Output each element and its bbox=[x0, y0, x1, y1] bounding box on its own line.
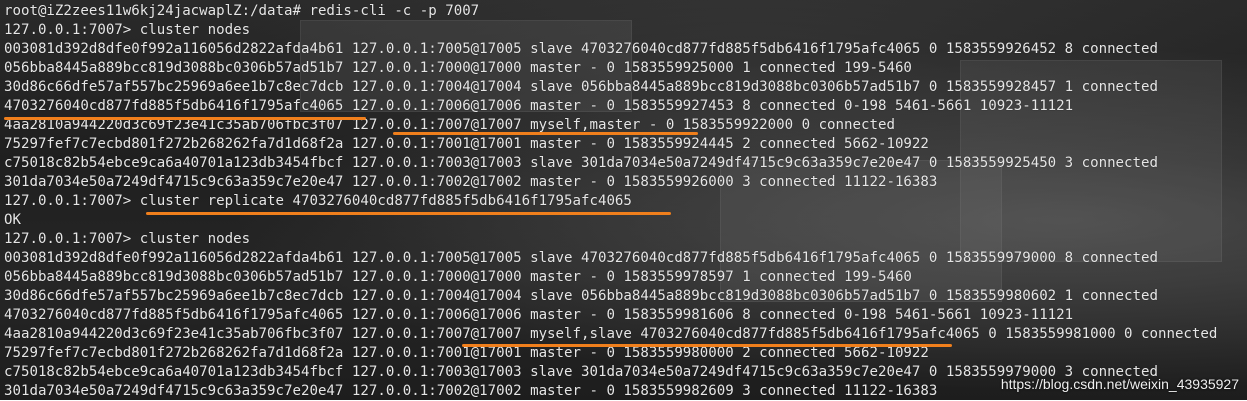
terminal-line-node: 301da7034e50a7249df4715c9c63a359c7e20e47… bbox=[4, 174, 938, 190]
terminal-line-shell-command: root@iZ2zees11w6kj24jacwaplZ:/data# redi… bbox=[4, 3, 480, 19]
watermark-url: https://blog.csdn.net/weixin_43935927 bbox=[1000, 376, 1239, 392]
terminal-line-node: 30d86c66dfe57af557bc25969a6ee1b7c8ec7dcb… bbox=[4, 79, 1158, 95]
terminal-line-prompt: 127.0.0.1:7007> cluster nodes bbox=[4, 22, 251, 38]
terminal-line-node: 75297fef7c7ecbd801f272b268262fa7d1d68f2a… bbox=[4, 136, 929, 152]
terminal-line-prompt: 127.0.0.1:7007> cluster replicate 470327… bbox=[4, 193, 632, 209]
terminal-line-prompt: 127.0.0.1:7007> cluster nodes bbox=[4, 231, 251, 247]
highlight-underline bbox=[4, 117, 366, 120]
terminal-line-node: 4703276040cd877fd885f5db6416f1795afc4065… bbox=[4, 98, 1074, 114]
terminal-line-node: 003081d392d8dfe0f992a116056d2822afda4b61… bbox=[4, 250, 1158, 266]
terminal-line-node: 056bba8445a889bcc819d3088bc0306b57ad51b7… bbox=[4, 60, 912, 76]
terminal-line-node: c75018c82b54ebce9ca6a40701a123db3454fbcf… bbox=[4, 155, 1158, 171]
terminal-line-node: 056bba8445a889bcc819d3088bc0306b57ad51b7… bbox=[4, 269, 912, 285]
terminal-line-node: 30d86c66dfe57af557bc25969a6ee1b7c8ec7dcb… bbox=[4, 288, 1158, 304]
highlight-underline bbox=[146, 212, 671, 215]
terminal-window[interactable]: root@iZ2zees11w6kj24jacwaplZ:/data# redi… bbox=[4, 2, 1247, 400]
highlight-underline bbox=[393, 132, 698, 135]
terminal-line-node: 4703276040cd877fd885f5db6416f1795afc4065… bbox=[4, 307, 1074, 323]
terminal-line-node: 003081d392d8dfe0f992a116056d2822afda4b61… bbox=[4, 41, 1158, 57]
highlight-underline bbox=[462, 344, 952, 347]
terminal-line-node: 4aa2810a944220d3c69f23e41c35ab706fbc3f07… bbox=[4, 326, 1218, 342]
